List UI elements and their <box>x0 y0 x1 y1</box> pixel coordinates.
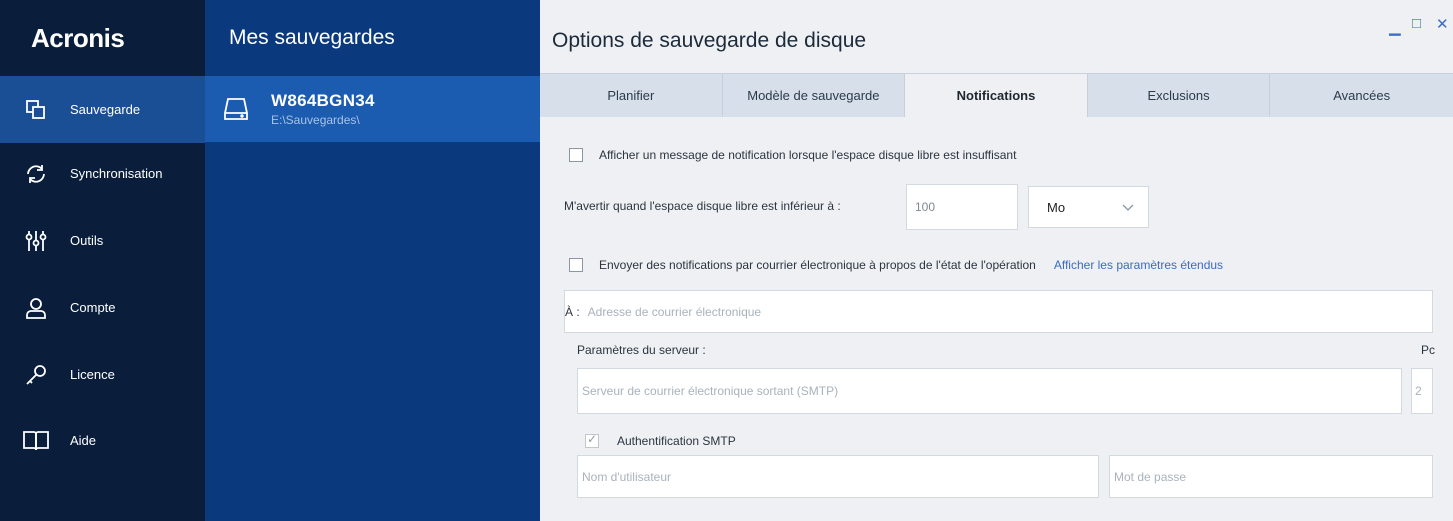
nav-item-label: Synchronisation <box>70 166 163 181</box>
nav-item-label: Outils <box>70 233 104 248</box>
chevron-down-icon <box>1122 200 1134 215</box>
nav-item-outils[interactable]: Outils <box>0 207 205 274</box>
user-icon <box>21 293 51 323</box>
port-label: Pc <box>1421 343 1436 357</box>
server-label: Paramètres du serveur : <box>577 343 706 357</box>
page-title: Options de sauvegarde de disque <box>552 29 867 52</box>
to-label: À : <box>565 304 580 319</box>
smtp-auth-label: Authentification SMTP <box>617 434 736 448</box>
backup-list-panel: Mes sauvegardes W864BGN34 E:\Sauvegardes… <box>205 0 540 521</box>
copy-icon <box>21 95 51 125</box>
minimize-icon[interactable]: ▁ <box>1389 18 1401 36</box>
port-value: 2 <box>1415 384 1422 398</box>
username-input[interactable]: Nom d'utilisateur <box>577 455 1099 498</box>
tab-avancees[interactable]: Avancées <box>1270 74 1453 117</box>
sync-icon <box>21 159 51 189</box>
extended-settings-link[interactable]: Afficher les paramètres étendus <box>1054 258 1223 272</box>
options-panel: Options de sauvegarde de disque ▁ □ ✕ Pl… <box>540 0 1453 521</box>
nav-item-label: Licence <box>70 367 115 382</box>
nav-item-label: Aide <box>70 433 97 448</box>
backup-list-title: Mes sauvegardes <box>229 26 395 49</box>
unit-select[interactable]: Mo <box>1028 186 1149 228</box>
tab-notifications[interactable]: Notifications <box>905 74 1088 117</box>
email-label: Envoyer des notifications par courrier é… <box>599 258 1036 272</box>
key-icon <box>21 360 51 390</box>
nav-item-sauvegarde[interactable]: Sauvegarde <box>0 76 205 143</box>
threshold-value: 100 <box>915 200 936 214</box>
low-space-checkbox[interactable] <box>569 148 583 162</box>
smtp-placeholder: Serveur de courrier électronique sortant… <box>582 384 839 398</box>
tab-bar: Planifier Modèle de sauvegarde Notificat… <box>540 73 1453 117</box>
port-input[interactable]: 2 <box>1411 368 1433 414</box>
password-placeholder: Mot de passe <box>1114 469 1187 484</box>
close-icon[interactable]: ✕ <box>1436 15 1449 33</box>
app-logo: Acronis <box>31 22 125 53</box>
threshold-input[interactable]: 100 <box>906 184 1018 230</box>
email-row: Envoyer des notifications par courrier é… <box>569 258 1223 272</box>
tab-modele-sauvegarde[interactable]: Modèle de sauvegarde <box>722 74 906 117</box>
backup-item[interactable]: W864BGN34 E:\Sauvegardes\ <box>205 76 540 142</box>
username-placeholder: Nom d'utilisateur <box>582 469 671 484</box>
smtp-auth-checkbox[interactable] <box>585 432 599 448</box>
backup-name: W864BGN34 <box>271 91 375 110</box>
threshold-label: M'avertir quand l'espace disque libre es… <box>564 199 841 213</box>
nav-item-label: Compte <box>70 300 116 315</box>
smtp-auth-row: Authentification SMTP <box>585 432 736 448</box>
tools-icon <box>21 226 51 256</box>
smtp-server-input[interactable]: Serveur de courrier électronique sortant… <box>577 368 1402 414</box>
drive-icon <box>223 96 249 122</box>
main-nav: Acronis Sauvegarde Synchronisation Outil… <box>0 0 205 521</box>
email-checkbox[interactable] <box>569 258 583 272</box>
unit-selected: Mo <box>1047 199 1066 215</box>
low-space-label: Afficher un message de notification lors… <box>599 148 1017 162</box>
tab-planifier[interactable]: Planifier <box>540 74 723 117</box>
low-space-row: Afficher un message de notification lors… <box>569 148 1016 162</box>
book-icon <box>21 426 51 456</box>
nav-item-label: Sauvegarde <box>70 102 141 117</box>
password-input[interactable]: Mot de passe <box>1109 455 1433 498</box>
tab-exclusions[interactable]: Exclusions <box>1087 74 1271 117</box>
nav-item-licence[interactable]: Licence <box>0 341 205 408</box>
nav-item-synchronisation[interactable]: Synchronisation <box>0 140 205 207</box>
to-placeholder: Adresse de courrier électronique <box>587 304 762 319</box>
maximize-icon[interactable]: □ <box>1412 15 1421 32</box>
backup-path: E:\Sauvegardes\ <box>271 113 360 127</box>
nav-item-compte[interactable]: Compte <box>0 274 205 341</box>
to-row[interactable]: À : Adresse de courrier électronique <box>564 290 1433 333</box>
nav-item-aide[interactable]: Aide <box>0 407 205 474</box>
